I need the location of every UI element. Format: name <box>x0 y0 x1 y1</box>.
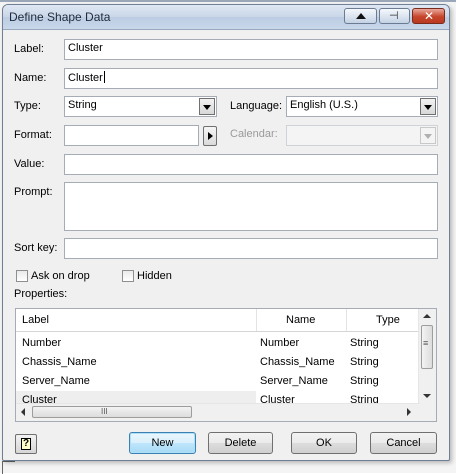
ok-button[interactable]: OK <box>291 432 357 454</box>
scroll-up-icon[interactable] <box>423 314 431 318</box>
type-dropdown[interactable]: String <box>64 96 217 117</box>
row-label: Server_Name <box>22 375 90 387</box>
properties-caption: Properties: <box>14 288 68 300</box>
help-icon: ? <box>21 438 31 450</box>
new-button[interactable]: New <box>129 432 196 454</box>
dialog-title: Define Shape Data <box>9 10 111 24</box>
cancel-button[interactable]: Cancel <box>370 432 437 454</box>
calendar-dropdown[interactable] <box>286 125 438 146</box>
row-type: String <box>350 337 379 349</box>
scroll-down-icon[interactable] <box>423 394 431 398</box>
grid-header: Label Name Type <box>16 309 422 332</box>
sort-key-field[interactable] <box>64 238 438 259</box>
column-header-name[interactable]: Name <box>286 314 315 326</box>
background-window-edge <box>0 0 456 2</box>
horizontal-scroll-thumb[interactable]: III <box>32 406 192 418</box>
label-field-value: Cluster <box>68 42 103 54</box>
name-field[interactable]: Cluster <box>64 68 438 89</box>
name-caption: Name: <box>14 72 47 84</box>
name-field-value: Cluster <box>68 72 103 84</box>
pin-button[interactable]: ⊣ <box>379 8 410 24</box>
row-type: String <box>350 356 379 368</box>
title-bar[interactable]: Define Shape Data ⊣ ✕ <box>3 5 449 30</box>
calendar-caption: Calendar: <box>230 128 278 140</box>
calendar-dropdown-button[interactable] <box>420 127 436 144</box>
ask-on-drop-label[interactable]: Ask on drop <box>31 270 90 282</box>
column-divider[interactable] <box>346 309 347 331</box>
language-dropdown[interactable]: English (U.S.) <box>286 96 438 117</box>
row-type: String <box>350 375 379 387</box>
column-header-label[interactable]: Label <box>22 314 49 326</box>
delete-button[interactable]: Delete <box>208 432 273 454</box>
vertical-scroll-thumb[interactable]: ≡ <box>421 325 433 369</box>
grip-icon: III <box>101 407 108 416</box>
row-name: Server_Name <box>260 375 328 387</box>
scroll-corner <box>419 404 436 421</box>
format-field[interactable] <box>64 125 199 146</box>
label-field[interactable]: Cluster <box>64 39 438 60</box>
collapse-button[interactable] <box>344 8 377 24</box>
table-row[interactable]: Chassis_Name Chassis_Name String <box>16 353 422 372</box>
close-button[interactable]: ✕ <box>412 8 445 24</box>
pin-icon: ⊣ <box>389 10 399 22</box>
hidden-checkbox[interactable] <box>122 270 134 282</box>
row-name: Chassis_Name <box>260 356 335 368</box>
help-button[interactable]: ? <box>15 434 37 454</box>
label-caption: Label: <box>14 43 44 55</box>
format-picker-button[interactable] <box>203 126 217 146</box>
chevron-down-icon <box>424 134 432 139</box>
hidden-label[interactable]: Hidden <box>137 270 172 282</box>
scroll-left-icon[interactable] <box>21 408 25 416</box>
type-caption: Type: <box>14 100 41 112</box>
chevron-down-icon <box>424 105 432 110</box>
scroll-right-icon[interactable] <box>407 408 411 416</box>
properties-grid[interactable]: Label Name Type Number Number String Cha… <box>15 308 437 422</box>
column-header-type[interactable]: Type <box>376 314 400 326</box>
ask-on-drop-checkbox[interactable] <box>16 270 28 282</box>
sort-key-caption: Sort key: <box>14 242 58 254</box>
chevron-down-icon <box>203 105 211 110</box>
row-label: Number <box>22 337 62 349</box>
language-dropdown-button[interactable] <box>420 98 436 115</box>
horizontal-scrollbar[interactable]: III <box>16 403 420 421</box>
row-label: Chassis_Name <box>22 356 97 368</box>
type-dropdown-value: String <box>68 99 97 111</box>
table-row[interactable]: Server_Name Server_Name String <box>16 372 422 391</box>
value-caption: Value: <box>14 158 45 170</box>
vertical-scrollbar[interactable]: ≡ <box>418 309 436 404</box>
language-caption: Language: <box>230 100 282 112</box>
grip-icon: ≡ <box>423 338 429 348</box>
text-caret <box>103 71 105 83</box>
value-field[interactable] <box>64 154 438 175</box>
background-ruler-corner <box>2 461 15 474</box>
table-row[interactable]: Number Number String <box>16 334 422 353</box>
prompt-caption: Prompt: <box>14 186 53 198</box>
format-caption: Format: <box>14 129 52 141</box>
right-arrow-icon <box>208 132 213 140</box>
type-dropdown-button[interactable] <box>199 98 215 115</box>
column-divider[interactable] <box>256 309 257 331</box>
language-dropdown-value: English (U.S.) <box>290 99 358 111</box>
define-shape-data-dialog: Define Shape Data ⊣ ✕ Label: Cluster Nam… <box>2 4 450 461</box>
collapse-up-icon <box>356 13 366 19</box>
close-icon: ✕ <box>424 9 435 23</box>
prompt-textarea[interactable] <box>64 182 438 231</box>
row-name: Number <box>260 337 300 349</box>
